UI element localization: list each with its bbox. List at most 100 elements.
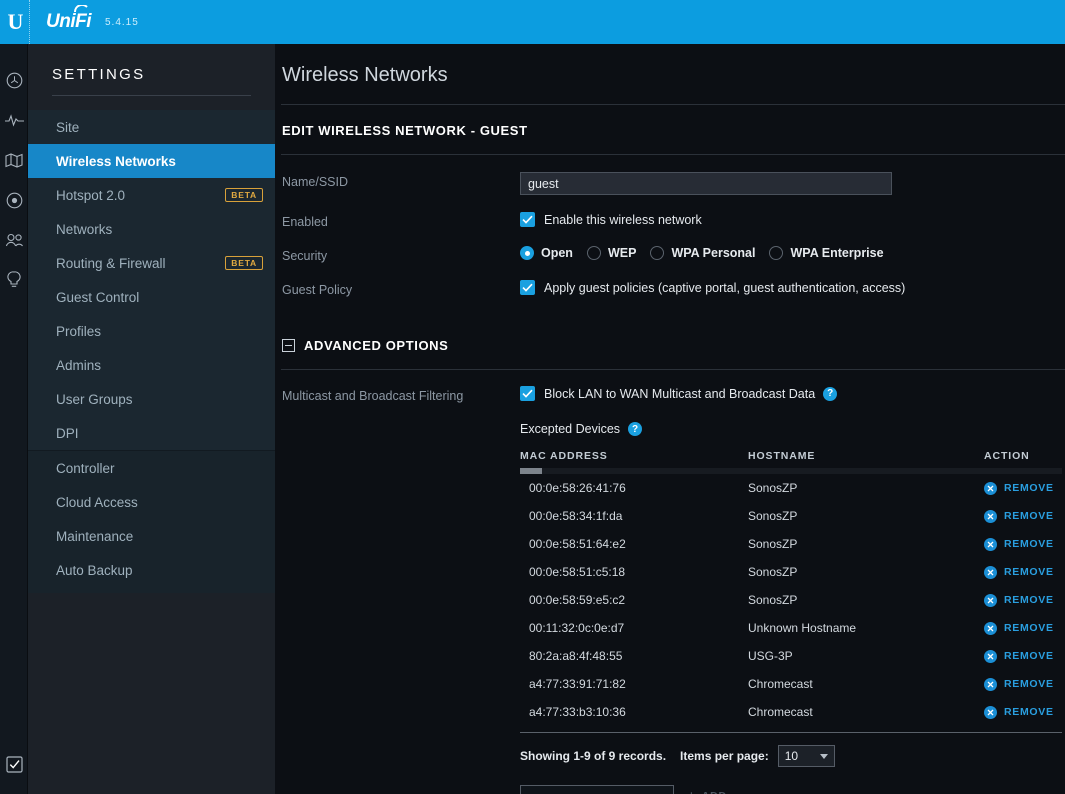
remove-x-icon[interactable] [984, 594, 997, 607]
remove-x-icon[interactable] [984, 482, 997, 495]
rail-item-devices[interactable] [0, 180, 28, 220]
sidebar-item-guest-control[interactable]: Guest Control [28, 280, 275, 314]
help-icon[interactable]: ? [823, 387, 837, 401]
remove-label: REMOVE [1004, 510, 1054, 522]
section-title: EDIT WIRELESS NETWORK - GUEST [275, 105, 1065, 138]
sidebar-item-hotspot[interactable]: Hotspot 2.0 BETA [28, 178, 275, 212]
block-multicast-checkbox-row[interactable]: Block LAN to WAN Multicast and Broadcast… [520, 386, 1065, 401]
guest-policy-checkbox-row[interactable]: Apply guest policies (captive portal, gu… [520, 280, 1065, 295]
u-mark-icon: U [8, 11, 24, 33]
remove-x-icon[interactable] [984, 650, 997, 663]
tasks-check-icon [6, 756, 23, 773]
sidebar-item-dpi[interactable]: DPI [28, 416, 275, 450]
remove-x-icon[interactable] [984, 706, 997, 719]
cell-hostname: SonosZP [748, 509, 984, 523]
remove-button[interactable]: REMOVE [984, 706, 1062, 719]
sidebar-item-wireless-networks[interactable]: Wireless Networks [28, 144, 275, 178]
sidebar-item-label: Routing & Firewall [56, 256, 166, 271]
enable-network-checkbox-row[interactable]: Enable this wireless network [520, 212, 1065, 227]
radio-option-wpa-personal[interactable]: WPA Personal [650, 246, 755, 260]
advanced-options-toggle[interactable]: ADVANCED OPTIONS [275, 338, 1065, 353]
table-row: 80:2a:a8:4f:48:55 USG-3P REMOVE [520, 642, 1062, 670]
radio-unselected-icon[interactable] [587, 246, 601, 260]
cell-hostname: Chromecast [748, 705, 984, 719]
checkbox-checked-icon[interactable] [520, 386, 535, 401]
help-icon[interactable]: ? [628, 422, 642, 436]
sidebar-item-maintenance[interactable]: Maintenance [28, 519, 275, 553]
icon-rail [0, 44, 28, 794]
radio-option-wpa-enterprise[interactable]: WPA Enterprise [769, 246, 883, 260]
remove-button[interactable]: REMOVE [984, 678, 1062, 691]
multicast-label: Multicast and Broadcast Filtering [282, 386, 520, 403]
security-radio-group: Open WEP WPA Personal WPA Enterprise [520, 246, 1065, 260]
sidebar-item-label: Admins [56, 358, 101, 373]
cell-hostname: SonosZP [748, 481, 984, 495]
add-mac-row: + ADD [520, 785, 1062, 794]
remove-button[interactable]: REMOVE [984, 594, 1062, 607]
sidebar-item-routing-firewall[interactable]: Routing & Firewall BETA [28, 246, 275, 280]
sidebar-item-profiles[interactable]: Profiles [28, 314, 275, 348]
remove-x-icon[interactable] [984, 622, 997, 635]
sidebar-item-cloud-access[interactable]: Cloud Access [28, 485, 275, 519]
sidebar-item-user-groups[interactable]: User Groups [28, 382, 275, 416]
table-row: 00:0e:58:51:c5:18 SonosZP REMOVE [520, 558, 1062, 586]
remove-button[interactable]: REMOVE [984, 650, 1062, 663]
radio-option-open[interactable]: Open [520, 246, 573, 260]
table-row: 00:0e:58:51:64:e2 SonosZP REMOVE [520, 530, 1062, 558]
cell-mac: 00:11:32:0c:0e:d7 [520, 621, 748, 635]
sidebar-item-controller[interactable]: Controller [28, 451, 275, 485]
radio-label: WPA Personal [671, 246, 755, 260]
remove-x-icon[interactable] [984, 538, 997, 551]
collapse-minus-icon[interactable] [282, 339, 295, 352]
remove-label: REMOVE [1004, 678, 1054, 690]
rail-item-map[interactable] [0, 140, 28, 180]
remove-x-icon[interactable] [984, 678, 997, 691]
sidebar-item-auto-backup[interactable]: Auto Backup [28, 553, 275, 587]
form-row-guest-policy: Guest Policy Apply guest policies (capti… [275, 280, 1065, 297]
add-mac-input[interactable] [520, 785, 674, 794]
remove-button[interactable]: REMOVE [984, 510, 1062, 523]
rail-item-tasks[interactable] [0, 744, 28, 784]
rail-item-dashboard[interactable] [0, 60, 28, 100]
ssid-input[interactable] [520, 172, 892, 195]
chevron-down-icon [820, 754, 828, 759]
cell-hostname: Unknown Hostname [748, 621, 984, 635]
remove-button[interactable]: REMOVE [984, 538, 1062, 551]
remove-button[interactable]: REMOVE [984, 622, 1062, 635]
beta-badge: BETA [225, 256, 263, 270]
rail-item-clients[interactable] [0, 220, 28, 260]
remove-x-icon[interactable] [984, 566, 997, 579]
sidebar-item-site[interactable]: Site [28, 110, 275, 144]
add-button[interactable]: + ADD [687, 789, 727, 794]
radio-label: WEP [608, 246, 636, 260]
ubiquiti-logo[interactable]: U [2, 0, 30, 44]
sidebar-menu: Site Wireless Networks Hotspot 2.0 BETA … [28, 110, 275, 593]
guest-policy-field-wrap: Apply guest policies (captive portal, gu… [520, 280, 1065, 295]
rail-item-statistics[interactable] [0, 100, 28, 140]
table-row: 00:0e:58:59:e5:c2 SonosZP REMOVE [520, 586, 1062, 614]
sidebar-menu-group-primary: Site Wireless Networks Hotspot 2.0 BETA … [28, 110, 275, 450]
table-row: a4:77:33:91:71:82 Chromecast REMOVE [520, 670, 1062, 698]
sidebar-item-admins[interactable]: Admins [28, 348, 275, 382]
checkbox-checked-icon[interactable] [520, 212, 535, 227]
remove-x-icon[interactable] [984, 510, 997, 523]
rail-bottom-group [0, 744, 28, 784]
scrollbar-thumb[interactable] [520, 468, 542, 474]
radio-selected-icon[interactable] [520, 246, 534, 260]
rail-item-insights[interactable] [0, 260, 28, 300]
cell-hostname: Chromecast [748, 677, 984, 691]
remove-button[interactable]: REMOVE [984, 566, 1062, 579]
radio-unselected-icon[interactable] [769, 246, 783, 260]
wifi-arc-icon [74, 5, 88, 15]
cell-mac: 00:0e:58:34:1f:da [520, 509, 748, 523]
sidebar-item-label: Auto Backup [56, 563, 133, 578]
items-per-page-select[interactable]: 10 [778, 745, 835, 767]
checkbox-checked-icon[interactable] [520, 280, 535, 295]
sidebar-title-divider [52, 95, 251, 96]
radio-option-wep[interactable]: WEP [587, 246, 636, 260]
radio-unselected-icon[interactable] [650, 246, 664, 260]
sidebar-item-networks[interactable]: Networks [28, 212, 275, 246]
table-horizontal-scrollbar[interactable] [520, 468, 1062, 474]
remove-button[interactable]: REMOVE [984, 482, 1062, 495]
sidebar-item-label: Site [56, 120, 79, 135]
